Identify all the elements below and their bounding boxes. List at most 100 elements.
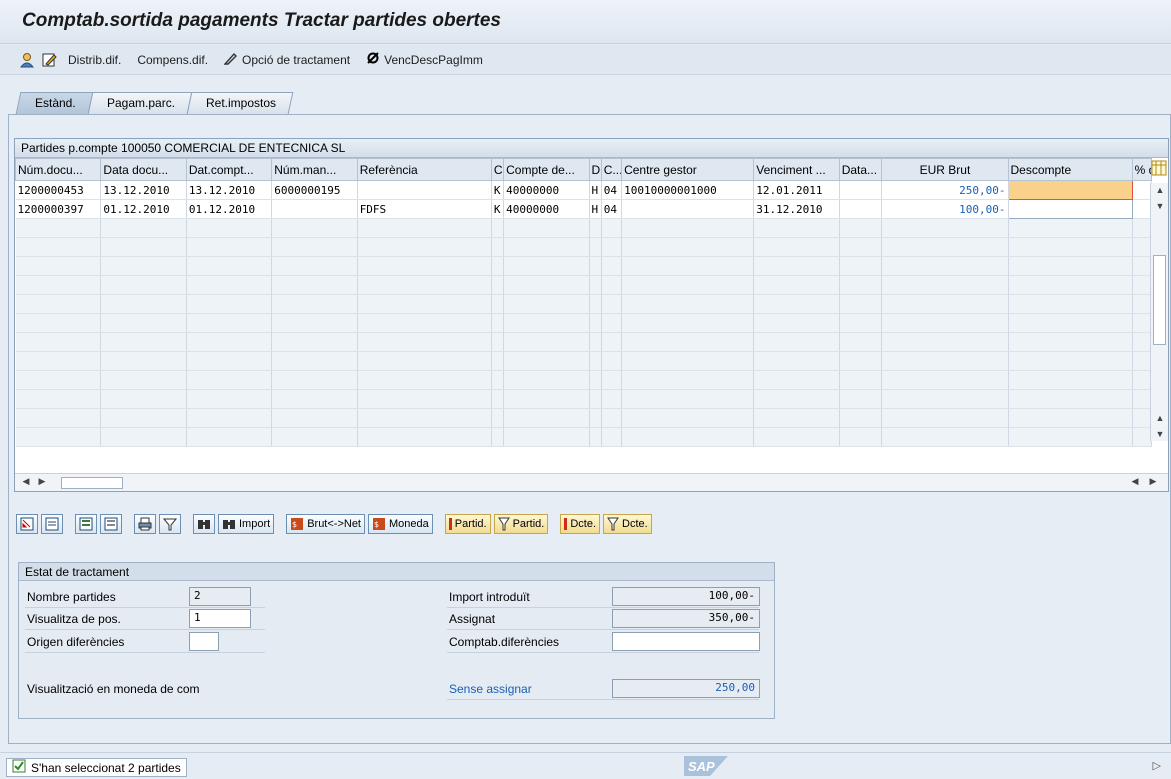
- horizontal-scrollbar[interactable]: ◀ ▶ ◀ ▶: [15, 473, 1168, 491]
- column-header[interactable]: C: [490, 158, 505, 181]
- tab-pagam-parc[interactable]: Pagam.parc.: [87, 92, 193, 114]
- venc-desc-pag-imm-button[interactable]: VencDescPagImm: [360, 49, 489, 70]
- tab-estand[interactable]: Estànd.: [15, 92, 94, 114]
- table-cell[interactable]: [1007, 180, 1133, 200]
- empty-cell: [881, 313, 1009, 333]
- empty-cell: [621, 351, 755, 371]
- binoculars-next-icon: [223, 520, 235, 529]
- deactivate-partid-button[interactable]: Partid.: [493, 514, 549, 534]
- deselect-all-button[interactable]: [41, 514, 63, 534]
- empty-cell: [881, 237, 1009, 257]
- empty-cell: [186, 218, 273, 238]
- empty-row: [15, 427, 1153, 447]
- table-row[interactable]: 1200000453 13.12.2010 13.12.2010 6000000195…: [15, 180, 1153, 200]
- table-cell[interactable]: [1007, 199, 1133, 219]
- column-header[interactable]: C...: [600, 158, 623, 181]
- empty-cell: [100, 351, 187, 371]
- empty-cell: [186, 275, 273, 295]
- scroll-up-icon[interactable]: ▲: [1151, 185, 1169, 195]
- print-button[interactable]: [134, 514, 156, 534]
- empty-cell: [491, 313, 505, 333]
- column-header[interactable]: Data...: [838, 158, 883, 181]
- status-message[interactable]: S'han seleccionat 2 partides: [6, 758, 187, 777]
- empty-cell: [589, 370, 602, 390]
- table-row[interactable]: 1200000397 01.12.2010 01.12.2010 FDFS K 40000…: [15, 199, 1153, 219]
- import-button[interactable]: Import: [218, 514, 275, 534]
- distrib-dif-button[interactable]: Distrib.dif.: [62, 51, 127, 69]
- compens-dif-button[interactable]: Compens.dif.: [131, 51, 214, 69]
- tab-ret-impostos[interactable]: Ret.impostos: [186, 92, 294, 114]
- empty-row: [15, 389, 1153, 409]
- table-cell: 12.01.2011: [753, 180, 840, 200]
- empty-row: [15, 237, 1153, 257]
- column-header[interactable]: Data docu...: [100, 158, 187, 181]
- empty-cell: [1008, 275, 1133, 295]
- empty-cell: [100, 237, 187, 257]
- column-header[interactable]: D: [588, 158, 602, 181]
- empty-cell: [15, 275, 102, 295]
- empty-cell: [589, 427, 602, 447]
- scroll-down-icon[interactable]: ▼: [1151, 429, 1169, 439]
- column-header[interactable]: % d: [1131, 158, 1153, 181]
- empty-cell: [100, 294, 187, 314]
- column-header[interactable]: Compte de...: [503, 158, 590, 181]
- activate-partid-button[interactable]: Partid.: [444, 514, 491, 534]
- page-title: Comptab.sortida pagaments Tractar partid…: [22, 10, 501, 31]
- sense-assignar-field: 250,00: [612, 679, 760, 698]
- vertical-scroll-thumb[interactable]: [1153, 255, 1166, 345]
- currency-icon: $: [291, 518, 304, 530]
- comptab-diferencies-input[interactable]: [612, 632, 760, 651]
- visualitza-pos-input[interactable]: 1: [189, 609, 251, 628]
- column-header[interactable]: Núm.man...: [271, 158, 358, 181]
- moneda-button[interactable]: $ Moneda: [368, 514, 433, 534]
- scroll-left-end-icon[interactable]: ◀: [1126, 476, 1144, 487]
- status-expand-icon[interactable]: ▷: [1153, 759, 1161, 772]
- empty-cell: [1132, 332, 1153, 352]
- column-header[interactable]: EUR Brut: [881, 158, 1009, 181]
- column-header[interactable]: Núm.docu...: [14, 158, 102, 181]
- column-settings-icon[interactable]: [1151, 160, 1167, 178]
- deactivate-items-button[interactable]: [100, 514, 122, 534]
- user-icon[interactable]: [18, 51, 36, 69]
- empty-cell: [15, 370, 102, 390]
- filter-button[interactable]: [159, 514, 181, 534]
- empty-cell: [15, 256, 102, 276]
- empty-cell: [100, 370, 187, 390]
- empty-cell: [621, 408, 755, 428]
- page-up-icon[interactable]: ▲: [1151, 413, 1169, 423]
- scroll-right-icon[interactable]: ▶: [33, 476, 51, 487]
- select-all-button[interactable]: [16, 514, 38, 534]
- empty-cell: [503, 275, 590, 295]
- column-header[interactable]: Dat.compt...: [185, 158, 273, 181]
- moneda-label: Moneda: [389, 518, 429, 530]
- column-header[interactable]: Descompte: [1007, 158, 1133, 181]
- table-cell: [621, 199, 755, 219]
- opcio-tractament-button[interactable]: Opció de tractament: [218, 49, 356, 70]
- activate-dcte-button[interactable]: Dcte.: [560, 514, 601, 534]
- scroll-right-end-icon[interactable]: ▶: [1144, 476, 1162, 487]
- table-cell: 6000000195: [271, 180, 358, 200]
- empty-cell: [357, 408, 492, 428]
- vertical-scrollbar[interactable]: ▲ ▼ ▲ ▼: [1150, 183, 1168, 441]
- empty-cell: [503, 389, 590, 409]
- page-down-icon[interactable]: ▼: [1151, 201, 1169, 211]
- deactivate-dcte-button[interactable]: Dcte.: [603, 514, 652, 534]
- empty-cell: [503, 237, 590, 257]
- row-divider: [447, 652, 759, 653]
- horizontal-scroll-thumb[interactable]: [61, 477, 123, 489]
- activate-items-button[interactable]: [75, 514, 97, 534]
- origen-diferencies-input[interactable]: [189, 632, 219, 651]
- empty-cell: [1132, 313, 1153, 333]
- column-header[interactable]: Referència: [356, 158, 492, 181]
- empty-row: [15, 332, 1153, 352]
- empty-cell: [357, 294, 492, 314]
- column-header[interactable]: Centre gestor: [621, 158, 755, 181]
- empty-cell: [503, 256, 590, 276]
- edit-icon[interactable]: [40, 51, 58, 69]
- find-button[interactable]: [193, 514, 215, 534]
- table-cell: 31.12.2010: [753, 199, 840, 219]
- column-header[interactable]: Venciment ...: [753, 158, 840, 181]
- brut-net-button[interactable]: $ Brut<->Net: [286, 514, 365, 534]
- binoculars-icon: [198, 520, 210, 529]
- empty-cell: [100, 218, 187, 238]
